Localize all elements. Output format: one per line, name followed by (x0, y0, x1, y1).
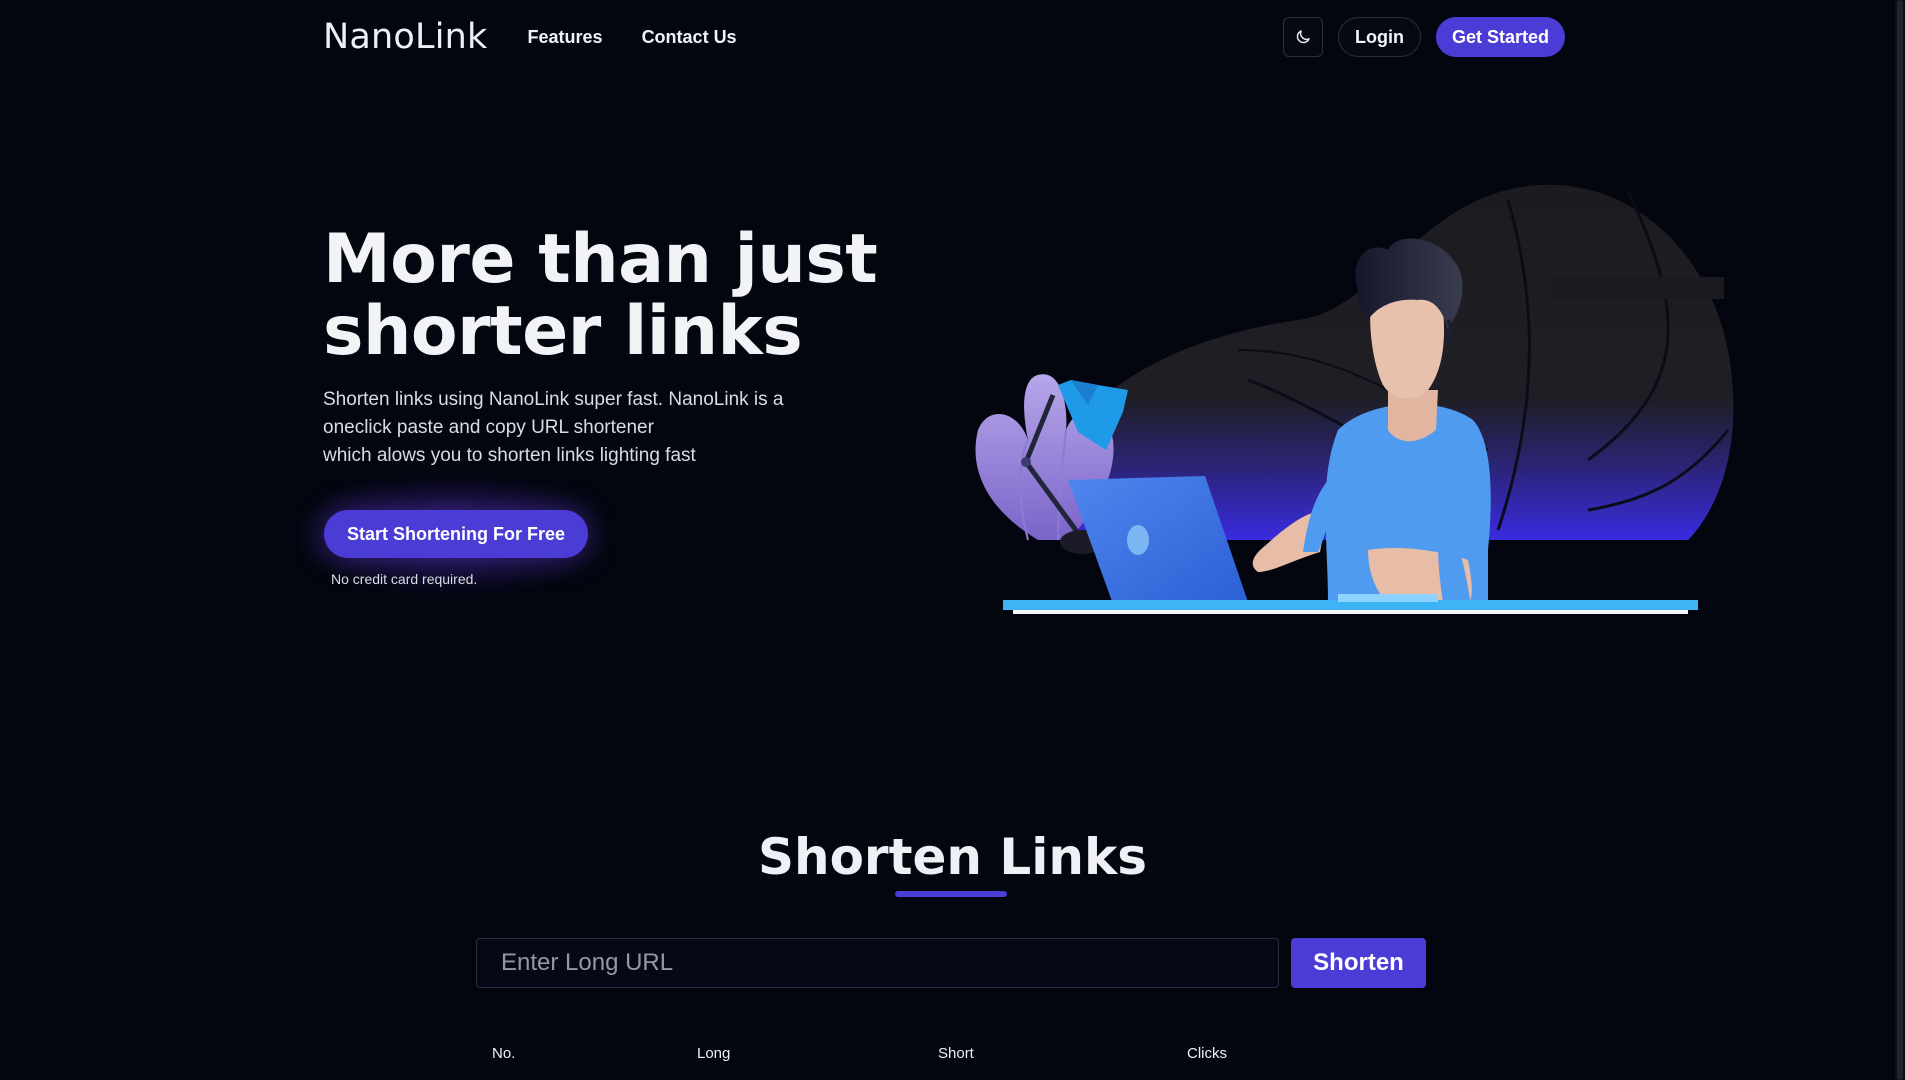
theme-toggle-button[interactable] (1282, 17, 1323, 57)
navbar: NanoLink Features Contact Us Login Get S… (323, 14, 1565, 60)
page-scrollbar[interactable] (1895, 0, 1905, 1080)
nav-actions: Login Get Started (1282, 17, 1565, 57)
logo[interactable]: NanoLink (323, 17, 488, 57)
hero-illustration (975, 184, 1734, 614)
section-title-shorten-links: Shorten Links (757, 828, 1148, 886)
login-button[interactable]: Login (1337, 17, 1421, 57)
scrollbar-thumb[interactable] (1897, 0, 1903, 1080)
moon-icon (1296, 30, 1310, 44)
nav-links: Features Contact Us (528, 27, 737, 48)
hero-description-line: which alows you to shorten links lightin… (323, 445, 696, 466)
column-header-short: Short (938, 1045, 974, 1062)
nav-link-contact[interactable]: Contact Us (642, 27, 737, 48)
start-shortening-button[interactable]: Start Shortening For Free (324, 510, 589, 558)
nav-link-features[interactable]: Features (528, 27, 603, 48)
column-header-clicks: Clicks (1187, 1045, 1227, 1062)
hero-title: More than just shorter links (323, 224, 883, 368)
get-started-button[interactable]: Get Started (1435, 17, 1565, 57)
no-credit-card-note: No credit card required. (331, 571, 478, 587)
hero-description-line: Shorten links using NanoLink super fast.… (323, 389, 784, 410)
shorten-button[interactable]: Shorten (1291, 938, 1426, 988)
column-header-long: Long (697, 1045, 731, 1062)
hero-title-line-1: More than just (323, 220, 878, 299)
title-underline (895, 891, 1007, 897)
long-url-input[interactable] (476, 938, 1279, 988)
hero-description-line: oneclick paste and copy URL shortener (323, 417, 654, 438)
links-table-header: No. Long Short Clicks (0, 1045, 1905, 1065)
hero-description: Shorten links using NanoLink super fast.… (323, 386, 803, 470)
hero-title-line-2: shorter links (323, 292, 803, 371)
page: NanoLink Features Contact Us Login Get S… (0, 0, 1905, 1080)
column-header-no: No. (492, 1045, 516, 1062)
